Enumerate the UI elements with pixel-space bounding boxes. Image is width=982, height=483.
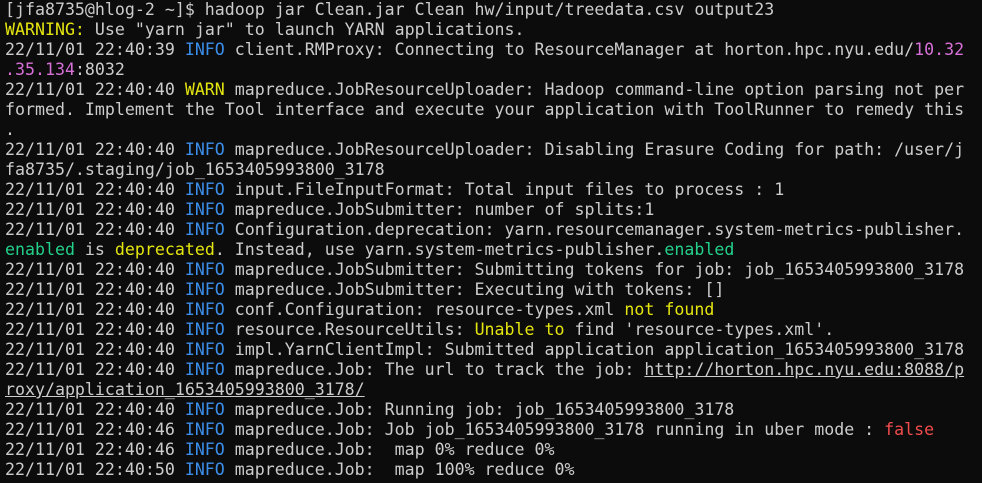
terminal-text: INFO — [184, 400, 225, 419]
terminal-text: 22/11/01 22:40:40 — [5, 220, 185, 239]
terminal-text: mapreduce.JobResourceUploader: Disabling… — [224, 140, 965, 159]
terminal-text: mapreduce.JobSubmitter: number of splits… — [224, 200, 655, 219]
terminal-text: impl.YarnClientImpl: Submitted applicati… — [224, 340, 965, 359]
terminal-text: 22/11/01 22:40:39 — [5, 40, 185, 59]
terminal-text: INFO — [184, 280, 225, 299]
terminal-text: mapreduce.JobSubmitter: Submitting token… — [224, 260, 965, 279]
terminal-text: . Instead, use yarn.system-metrics-publi… — [214, 240, 665, 259]
terminal-text: mapreduce.JobSubmitter: Executing with t… — [224, 280, 725, 299]
terminal-output[interactable]: [jfa8735@hlog-2 ~]$ hadoop jar Clean.jar… — [0, 0, 982, 483]
terminal-text: INFO — [184, 40, 225, 59]
terminal-line: enabled is deprecated. Instead, use yarn… — [5, 240, 982, 260]
terminal-text: conf.Configuration: resource-types.xml — [224, 300, 625, 319]
terminal-text: 22/11/01 22:40:40 — [5, 260, 185, 279]
terminal-text: 22/11/01 22:40:40 — [5, 180, 185, 199]
terminal-text: . — [5, 120, 15, 139]
terminal-text: 22/11/01 22:40:40 — [5, 280, 185, 299]
terminal-text: 22/11/01 22:40:40 — [5, 80, 185, 99]
terminal-text: INFO — [184, 140, 225, 159]
terminal-line: 22/11/01 22:40:46 INFO mapreduce.Job: ma… — [5, 440, 982, 460]
terminal-line: 22/11/01 22:40:40 WARN mapreduce.JobReso… — [5, 80, 982, 100]
terminal-line: 22/11/01 22:40:40 INFO conf.Configuratio… — [5, 300, 982, 320]
terminal-line: formed. Implement the Tool interface and… — [5, 100, 982, 120]
terminal-text: mapreduce.Job: Job job_1653405993800_317… — [224, 420, 885, 439]
terminal-text: .35.134 — [5, 60, 75, 79]
terminal-text: 22/11/01 22:40:40 — [5, 340, 185, 359]
terminal-text: INFO — [184, 220, 225, 239]
terminal-text: 22/11/01 22:40:40 — [5, 140, 185, 159]
terminal-line: 22/11/01 22:40:40 INFO mapreduce.Job: Th… — [5, 360, 982, 380]
url-link[interactable]: roxy/application_1653405993800_3178/ — [5, 380, 365, 399]
terminal-line: 22/11/01 22:40:39 INFO client.RMProxy: C… — [5, 40, 982, 60]
terminal-text: is — [74, 240, 115, 259]
terminal-text: formed. Implement the Tool interface and… — [5, 100, 965, 119]
terminal-text: mapreduce.Job: Running job: job_16534059… — [224, 400, 735, 419]
terminal-line: 22/11/01 22:40:40 INFO resource.Resource… — [5, 320, 982, 340]
terminal-text: find 'resource-types.xml'. — [564, 320, 835, 339]
terminal-line: 22/11/01 22:40:40 INFO mapreduce.JobSubm… — [5, 280, 982, 300]
terminal-text: [jfa8735@hlog-2 ~]$ hadoop jar Clean.jar… — [5, 0, 775, 19]
terminal-text: 22/11/01 22:40:46 — [5, 420, 185, 439]
terminal-text: Unable to — [474, 320, 565, 339]
terminal-text: mapreduce.Job: map 0% reduce 0% — [224, 440, 555, 459]
terminal-line: 22/11/01 22:40:40 INFO mapreduce.JobSubm… — [5, 200, 982, 220]
terminal-line: roxy/application_1653405993800_3178/ — [5, 380, 982, 400]
terminal-text: deprecated — [114, 240, 215, 259]
terminal-text: 22/11/01 22:40:40 — [5, 360, 185, 379]
terminal-text: WARNING: — [5, 20, 85, 39]
terminal-text: 22/11/01 22:40:40 — [5, 300, 185, 319]
terminal-text: enabled — [5, 240, 75, 259]
terminal-text: 22/11/01 22:40:40 — [5, 200, 185, 219]
terminal-line: .35.134:8032 — [5, 60, 982, 80]
terminal-line: 22/11/01 22:40:46 INFO mapreduce.Job: Jo… — [5, 420, 982, 440]
terminal-text: 22/11/01 22:40:40 — [5, 320, 185, 339]
terminal-text: Configuration.deprecation: yarn.resource… — [224, 220, 965, 239]
terminal-line: fa8735/.staging/job_1653405993800_3178 — [5, 160, 982, 180]
terminal-text: 22/11/01 22:40:40 — [5, 400, 185, 419]
terminal-line: 22/11/01 22:40:40 INFO mapreduce.JobSubm… — [5, 260, 982, 280]
terminal-line: WARNING: Use "yarn jar" to launch YARN a… — [5, 20, 982, 40]
terminal-text: INFO — [184, 200, 225, 219]
terminal-text: false — [884, 420, 935, 439]
terminal-line: 22/11/01 22:40:40 INFO input.FileInputFo… — [5, 180, 982, 200]
terminal-text: mapreduce.Job: The url to track the job: — [224, 360, 645, 379]
terminal-text: fa8735/.staging/job_1653405993800_3178 — [5, 160, 385, 179]
terminal-text: INFO — [184, 420, 225, 439]
terminal-text: INFO — [184, 460, 225, 479]
terminal-text: resource.ResourceUtils: — [224, 320, 475, 339]
terminal-text: INFO — [184, 260, 225, 279]
terminal-text: not found — [624, 300, 715, 319]
terminal-line: 22/11/01 22:40:40 INFO impl.YarnClientIm… — [5, 340, 982, 360]
terminal-text: INFO — [184, 180, 225, 199]
terminal-text: 22/11/01 22:40:50 — [5, 460, 185, 479]
terminal-line: 22/11/01 22:40:40 INFO Configuration.dep… — [5, 220, 982, 240]
terminal-text: input.FileInputFormat: Total input files… — [224, 180, 785, 199]
terminal-line: 22/11/01 22:40:40 INFO mapreduce.Job: Ru… — [5, 400, 982, 420]
terminal-text: mapreduce.Job: map 100% reduce 0% — [224, 460, 575, 479]
terminal-text: enabled — [664, 240, 735, 259]
terminal-text: WARN — [184, 80, 225, 99]
terminal-text: Use "yarn jar" to launch YARN applicatio… — [84, 20, 525, 39]
terminal-text: INFO — [184, 300, 225, 319]
terminal-text: mapreduce.JobResourceUploader: Hadoop co… — [224, 80, 965, 99]
terminal-text: INFO — [184, 320, 225, 339]
terminal-line: [jfa8735@hlog-2 ~]$ hadoop jar Clean.jar… — [5, 0, 982, 20]
url-link[interactable]: http://horton.hpc.nyu.edu:8088/p — [644, 360, 964, 379]
terminal-line: 22/11/01 22:40:40 INFO mapreduce.JobReso… — [5, 140, 982, 160]
terminal-text: 10.32 — [914, 40, 965, 59]
terminal-text: :8032 — [74, 60, 125, 79]
terminal-text: 22/11/01 22:40:46 — [5, 440, 185, 459]
terminal-text: INFO — [184, 440, 225, 459]
terminal-line: 22/11/01 22:40:50 INFO mapreduce.Job: ma… — [5, 460, 982, 480]
terminal-text: INFO — [184, 340, 225, 359]
terminal-line: . — [5, 120, 982, 140]
terminal-text: client.RMProxy: Connecting to ResourceMa… — [224, 40, 915, 59]
terminal-text: INFO — [184, 360, 225, 379]
